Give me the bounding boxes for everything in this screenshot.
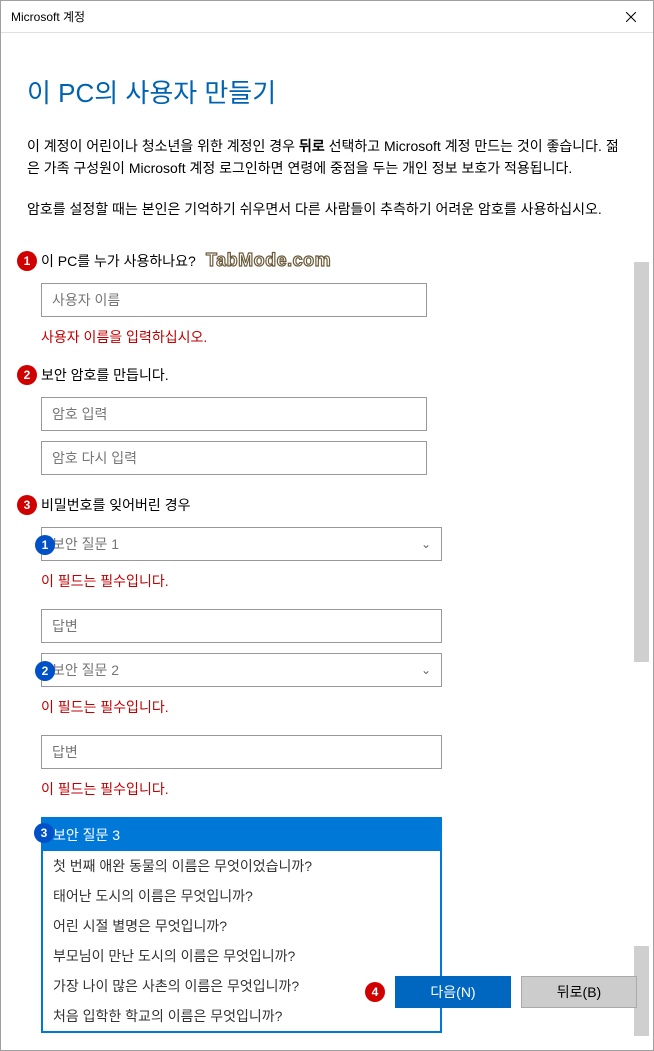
password-placeholder: 암호 입력 <box>52 404 107 424</box>
a2-error: 이 필드는 필수입니다. <box>41 779 627 799</box>
q3-option-3[interactable]: 어린 시절 별명은 무엇입니까? <box>43 911 440 941</box>
q2-placeholder: 보안 질문 2 <box>52 660 119 680</box>
answer-1-input[interactable]: 답변 <box>41 609 442 643</box>
section-label-username: 이 PC를 누가 사용하나요? <box>41 251 627 271</box>
annotation-badge-4: 4 <box>365 982 385 1002</box>
section-security-questions: 3 비밀번호를 잊어버린 경우 1 보안 질문 1 ⌄ 이 필드는 필수입니다.… <box>27 495 627 1033</box>
q3-option-4[interactable]: 부모님이 만난 도시의 이름은 무엇입니까? <box>43 941 440 971</box>
content-area: 이 PC의 사용자 만들기 이 계정이 어린이나 청소년을 위한 계정인 경우 … <box>1 33 653 1050</box>
window-title: Microsoft 계정 <box>11 8 85 25</box>
description-2: 암호를 설정할 때는 본인은 기억하기 쉬우면서 다른 사람들이 추측하기 어려… <box>27 199 627 221</box>
security-question-2-select[interactable]: 2 보안 질문 2 ⌄ <box>41 653 442 687</box>
back-button[interactable]: 뒤로(B) <box>521 976 637 1008</box>
section-label-password: 보안 암호를 만듭니다. <box>41 365 627 385</box>
confirm-password-placeholder: 암호 다시 입력 <box>52 448 137 468</box>
page-title: 이 PC의 사용자 만들기 <box>27 73 627 110</box>
username-placeholder: 사용자 이름 <box>52 290 120 310</box>
scrollbar-thumb[interactable] <box>634 262 649 662</box>
next-button[interactable]: 다음(N) <box>395 976 511 1008</box>
q3-selected-option[interactable]: 3 보안 질문 3 <box>43 819 440 851</box>
sub-badge-1: 1 <box>35 535 55 555</box>
description-1: 이 계정이 어린이나 청소년을 위한 계정인 경우 뒤로 선택하고 Micros… <box>27 136 627 179</box>
q1-placeholder: 보안 질문 1 <box>52 534 119 554</box>
sub-badge-2: 2 <box>35 661 55 681</box>
q3-option-2[interactable]: 태어난 도시의 이름은 무엇입니까? <box>43 881 440 911</box>
security-question-1-select[interactable]: 1 보안 질문 1 ⌄ <box>41 527 442 561</box>
annotation-badge-1: 1 <box>17 251 37 271</box>
q1-error: 이 필드는 필수입니다. <box>41 571 627 591</box>
q3-option-1[interactable]: 첫 번째 애완 동물의 이름은 무엇이었습니까? <box>43 851 440 881</box>
sub-badge-3: 3 <box>34 823 54 843</box>
section-label-security: 비밀번호를 잊어버린 경우 <box>41 495 627 515</box>
chevron-down-icon: ⌄ <box>421 663 431 677</box>
annotation-badge-2: 2 <box>17 365 37 385</box>
close-button[interactable] <box>608 1 653 33</box>
dialog-window: Microsoft 계정 이 PC의 사용자 만들기 이 계정이 어린이나 청소… <box>0 0 654 1051</box>
annotation-badge-3: 3 <box>17 495 37 515</box>
username-error: 사용자 이름을 입력하십시오. <box>41 327 627 347</box>
password-input[interactable]: 암호 입력 <box>41 397 427 431</box>
a2-placeholder: 답변 <box>52 742 78 762</box>
form-area: 1 이 PC를 누가 사용하나요? 사용자 이름 사용자 이름을 입력하십시오.… <box>27 251 627 1033</box>
q2-error: 이 필드는 필수입니다. <box>41 697 627 717</box>
button-bar: 4 다음(N) 뒤로(B) <box>365 976 637 1008</box>
section-password: 2 보안 암호를 만듭니다. 암호 입력 암호 다시 입력 <box>27 365 627 475</box>
username-input[interactable]: 사용자 이름 <box>41 283 427 317</box>
answer-2-input[interactable]: 답변 <box>41 735 442 769</box>
a1-placeholder: 답변 <box>52 616 78 636</box>
chevron-down-icon: ⌄ <box>421 537 431 551</box>
section-username: 1 이 PC를 누가 사용하나요? 사용자 이름 사용자 이름을 입력하십시오. <box>27 251 627 347</box>
q3-selected-label: 보안 질문 3 <box>53 825 120 845</box>
close-icon <box>626 12 636 22</box>
confirm-password-input[interactable]: 암호 다시 입력 <box>41 441 427 475</box>
titlebar: Microsoft 계정 <box>1 1 653 33</box>
